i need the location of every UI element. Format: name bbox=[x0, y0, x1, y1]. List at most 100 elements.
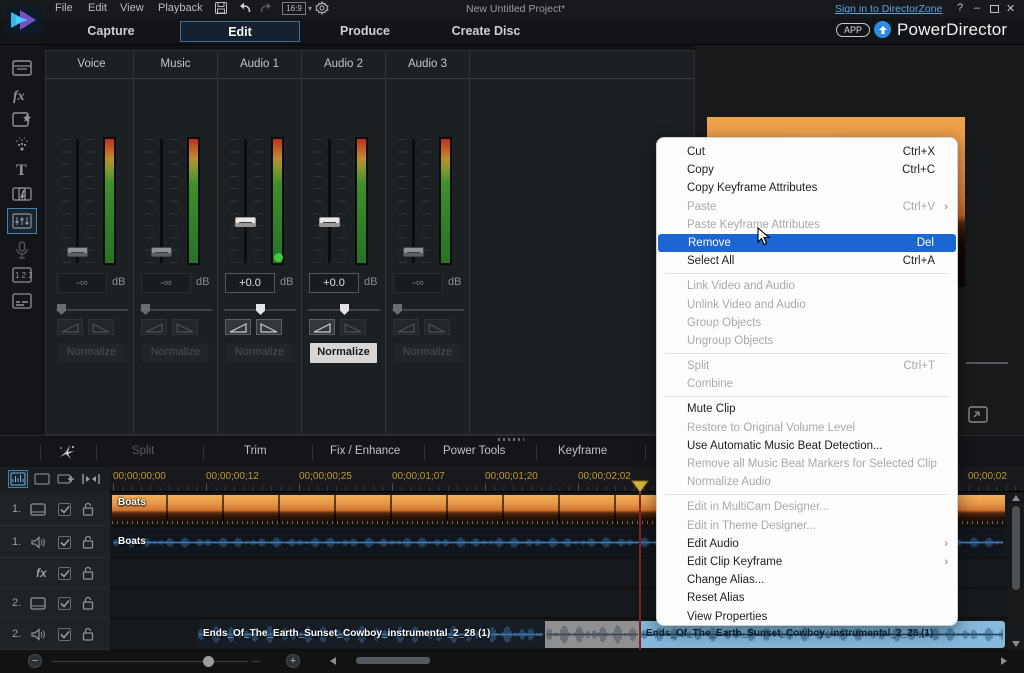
pan-slider[interactable] bbox=[392, 303, 464, 315]
fade-out-button[interactable] bbox=[88, 319, 114, 335]
title-room-icon[interactable]: T bbox=[9, 160, 35, 184]
menu-item-unlink-video-audio[interactable]: Unlink Video and Audio bbox=[657, 296, 957, 314]
menu-item-normalize-audio[interactable]: Normalize Audio bbox=[657, 473, 957, 491]
fader-handle[interactable] bbox=[403, 247, 424, 257]
volume-fader[interactable] bbox=[144, 139, 180, 263]
menu-item-restore-volume[interactable]: Restore to Original Volume Level bbox=[657, 419, 957, 437]
scroll-up-arrow[interactable] bbox=[1012, 495, 1020, 501]
menu-edit[interactable]: Edit bbox=[88, 2, 107, 14]
pip-objects-room-icon[interactable] bbox=[9, 111, 35, 135]
track-lock-icon[interactable] bbox=[82, 535, 94, 554]
media-room-icon[interactable] bbox=[9, 59, 35, 83]
preview-scrubber[interactable] bbox=[966, 362, 1008, 364]
menu-item-combine[interactable]: Combine bbox=[657, 375, 957, 393]
menu-item-remove[interactable]: RemoveDel bbox=[658, 234, 956, 252]
effects-room-icon[interactable]: fx bbox=[9, 86, 35, 110]
db-value[interactable]: +0.0 bbox=[309, 273, 359, 293]
close-button[interactable]: ✕ bbox=[1006, 2, 1015, 15]
pan-slider[interactable] bbox=[308, 303, 380, 315]
pan-slider[interactable] bbox=[224, 303, 296, 315]
fix-enhance-button[interactable]: Fix / Enhance bbox=[330, 445, 400, 457]
menu-item-mute-clip[interactable]: Mute Clip bbox=[657, 400, 957, 418]
track-lock-icon[interactable] bbox=[82, 596, 94, 615]
voiceover-room-icon[interactable] bbox=[9, 241, 35, 265]
track-lock-icon[interactable] bbox=[82, 566, 94, 585]
db-value[interactable]: +0.0 bbox=[225, 273, 275, 293]
menu-item-edit-audio[interactable]: Edit Audio› bbox=[657, 535, 957, 553]
normalize-button[interactable]: Normalize bbox=[142, 343, 209, 363]
db-value[interactable]: -∞ bbox=[57, 273, 107, 293]
pan-handle[interactable] bbox=[57, 304, 66, 315]
power-tools-button[interactable]: Power Tools bbox=[443, 445, 505, 457]
volume-fader[interactable] bbox=[60, 139, 96, 263]
menu-file[interactable]: File bbox=[55, 2, 73, 14]
menu-item-copy-keyframe-attributes[interactable]: Copy Keyframe Attributes bbox=[657, 179, 957, 197]
aspect-ratio-select[interactable]: 16:9 bbox=[282, 2, 306, 15]
subtitle-room-icon[interactable] bbox=[9, 293, 35, 317]
menu-item-paste-keyframe-attributes[interactable]: Paste Keyframe Attributes bbox=[657, 216, 957, 234]
track-lock-icon[interactable] bbox=[82, 627, 94, 646]
transition-room-icon[interactable] bbox=[9, 185, 35, 209]
zoom-out-button[interactable]: − bbox=[28, 654, 42, 668]
fullscreen-icon[interactable] bbox=[968, 406, 988, 429]
playhead-line[interactable] bbox=[639, 492, 641, 650]
menu-item-select-all[interactable]: Select AllCtrl+A bbox=[657, 252, 957, 270]
track-enable-checkbox[interactable] bbox=[58, 503, 71, 516]
tab-capture[interactable]: Capture bbox=[75, 21, 147, 42]
normalize-button[interactable]: Normalize bbox=[58, 343, 125, 363]
menu-item-reset-alias[interactable]: Reset Alias bbox=[657, 589, 957, 607]
pan-handle[interactable] bbox=[256, 304, 265, 315]
db-value[interactable]: -∞ bbox=[393, 273, 443, 293]
magic-wand-icon[interactable] bbox=[58, 444, 76, 465]
redo-icon[interactable] bbox=[259, 1, 274, 19]
scroll-left-arrow[interactable] bbox=[330, 657, 336, 665]
menu-item-change-alias[interactable]: Change Alias... bbox=[657, 571, 957, 589]
menu-item-edit-clip-keyframe[interactable]: Edit Clip Keyframe› bbox=[657, 553, 957, 571]
menu-item-music-beat-detection[interactable]: Use Automatic Music Beat Detection... bbox=[657, 437, 957, 455]
track-enable-checkbox[interactable] bbox=[58, 536, 71, 549]
playhead-marker[interactable] bbox=[631, 480, 649, 498]
tab-edit[interactable]: Edit bbox=[180, 21, 300, 42]
db-value[interactable]: -∞ bbox=[141, 273, 191, 293]
track-enable-checkbox[interactable] bbox=[58, 628, 71, 641]
fade-in-button[interactable] bbox=[393, 319, 419, 335]
menu-item-paste[interactable]: PasteCtrl+V› bbox=[657, 198, 957, 216]
volume-fader[interactable] bbox=[228, 139, 264, 263]
tab-produce[interactable]: Produce bbox=[328, 21, 402, 42]
track-enable-checkbox[interactable] bbox=[58, 597, 71, 610]
menu-playback[interactable]: Playback bbox=[158, 2, 203, 14]
menu-item-group-objects[interactable]: Group Objects bbox=[657, 314, 957, 332]
fader-handle[interactable] bbox=[235, 217, 256, 227]
keyframe-button[interactable]: Keyframe bbox=[558, 445, 607, 457]
fade-in-button[interactable] bbox=[225, 319, 251, 335]
scroll-down-arrow[interactable] bbox=[1012, 641, 1020, 647]
snap-markers-icon[interactable] bbox=[82, 470, 102, 488]
upgrade-arrow-icon[interactable] bbox=[874, 21, 891, 38]
timeline-view-icon[interactable] bbox=[8, 470, 28, 488]
scroll-right-arrow[interactable] bbox=[1001, 657, 1007, 665]
maximize-button[interactable] bbox=[990, 5, 999, 13]
menu-item-view-properties[interactable]: View Properties bbox=[657, 608, 957, 626]
pan-slider[interactable] bbox=[56, 303, 128, 315]
fade-in-button[interactable] bbox=[141, 319, 167, 335]
menu-item-remove-beat-markers[interactable]: Remove all Music Beat Markers for Select… bbox=[657, 455, 957, 473]
menu-item-copy[interactable]: CopyCtrl+C bbox=[657, 161, 957, 179]
music-clip-unselected[interactable]: Ends_Of_The_Earth_Sunset_Cowboy_instrume… bbox=[197, 621, 545, 648]
fade-out-button[interactable] bbox=[256, 319, 282, 335]
menu-item-ungroup-objects[interactable]: Ungroup Objects bbox=[657, 332, 957, 350]
fader-handle[interactable] bbox=[319, 217, 340, 227]
signin-directorzone-link[interactable]: Sign in to DirectorZone bbox=[835, 3, 942, 15]
app-badge[interactable]: APP bbox=[836, 23, 870, 37]
menu-view[interactable]: View bbox=[120, 2, 144, 14]
menu-item-cut[interactable]: CutCtrl+X bbox=[657, 143, 957, 161]
zoom-slider-track[interactable] bbox=[52, 661, 248, 662]
zoom-slider-handle[interactable] bbox=[203, 656, 214, 667]
add-track-icon[interactable] bbox=[56, 470, 76, 488]
pan-handle[interactable] bbox=[340, 304, 349, 315]
menu-item-multicam-designer[interactable]: Edit in MultiCam Designer... bbox=[657, 498, 957, 516]
menu-item-link-video-audio[interactable]: Link Video and Audio bbox=[657, 277, 957, 295]
pan-slider[interactable] bbox=[140, 303, 212, 315]
audio-mixing-room-icon[interactable] bbox=[7, 208, 37, 234]
menu-item-theme-designer[interactable]: Edit in Theme Designer... bbox=[657, 517, 957, 535]
fade-out-button[interactable] bbox=[172, 319, 198, 335]
